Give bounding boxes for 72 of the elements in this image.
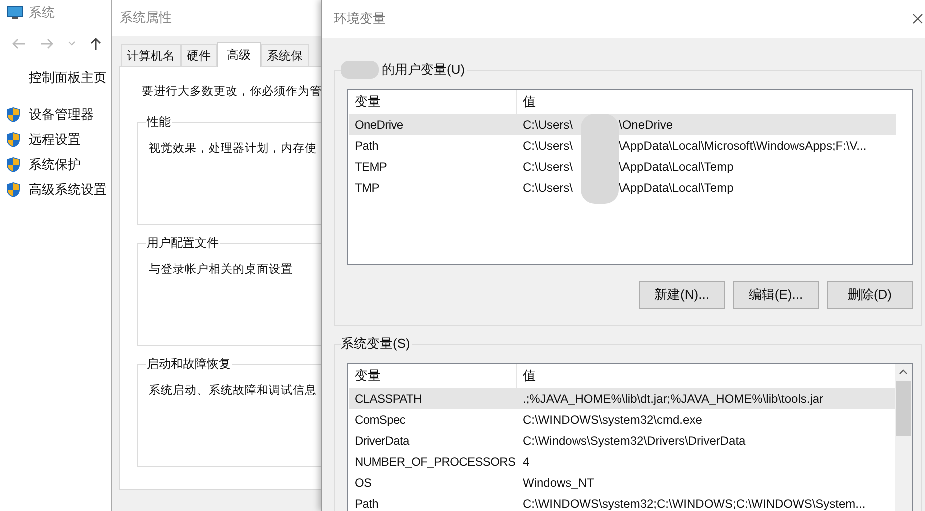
settings-link[interactable]: 设备管理器: [29, 104, 94, 124]
variable-name: NUMBER_OF_PROCESSORS: [354, 454, 517, 470]
tab[interactable]: 计算机名: [121, 44, 181, 66]
tab[interactable]: 系统保: [261, 44, 309, 66]
list-row[interactable]: OneDrive C:\Users\ \OneDrive: [349, 114, 896, 135]
window-title: 系统属性: [120, 9, 172, 28]
settings-link[interactable]: 远程设置: [29, 130, 81, 150]
column-header[interactable]: 值: [517, 364, 895, 388]
variable-name: CLASSPATH: [354, 390, 423, 408]
group-title: 的用户变量(U): [382, 61, 466, 79]
group-title: 启动和故障恢复: [146, 356, 232, 372]
variable-value: C:\Users\: [523, 180, 574, 196]
variable-value: C:\Users\: [523, 158, 574, 176]
action-button[interactable]: 新建(N)...: [639, 281, 725, 309]
list-row[interactable]: NUMBER_OF_PROCESSORS 4: [349, 451, 896, 472]
variable-name: ComSpec: [354, 412, 407, 428]
variable-name: OneDrive: [354, 116, 404, 134]
variable-value: \AppData\Local\Microsoft\WindowsApps;F:\V...: [619, 138, 867, 154]
settings-link[interactable]: 系统保护: [29, 154, 81, 174]
variable-name: Path: [354, 138, 380, 154]
home-link[interactable]: 控制面板主页: [29, 68, 107, 88]
variable-value: \AppData\Local\Temp: [619, 158, 734, 176]
window-title: 系统: [29, 4, 55, 22]
shield-icon: [6, 156, 21, 172]
window-title: 环境变量: [334, 10, 386, 28]
shield-icon: [6, 106, 21, 122]
admin-note: 要进行大多数更改，你必须作为管: [142, 84, 321, 100]
variable-name: DriverData: [354, 432, 411, 450]
tab[interactable]: 高级: [217, 42, 261, 67]
variable-name: TEMP: [354, 158, 388, 176]
tab[interactable]: 硬件: [181, 44, 217, 66]
variable-value: C:\Windows\System32\Drivers\DriverData: [523, 432, 746, 450]
scroll-thumb[interactable]: [896, 381, 911, 436]
up-arrow-icon[interactable]: [90, 37, 102, 51]
list-row[interactable]: OS Windows_NT: [349, 472, 896, 493]
variable-value: C:\WINDOWS\system32;C:\WINDOWS;C:\WINDOWS\System...: [523, 496, 866, 511]
back-arrow-icon[interactable]: [12, 38, 26, 50]
column-header[interactable]: 值: [517, 90, 895, 114]
shield-icon: [6, 182, 21, 198]
list-row[interactable]: Path C:\Users\ \AppData\Local\Microsoft\WindowsApps;F:\V...: [349, 135, 896, 156]
variable-name: OS: [354, 474, 373, 492]
list-row[interactable]: DriverData C:\Windows\System32\Drivers\DriverData: [349, 430, 896, 451]
variable-name: Path: [354, 496, 380, 511]
action-button[interactable]: 编辑(E)...: [733, 281, 819, 309]
chevron-down-icon[interactable]: [68, 41, 76, 47]
list-row[interactable]: CLASSPATH .;%JAVA_HOME%\lib\dt.jar;%JAVA_HOME%\lib\tools.jar: [349, 388, 896, 409]
group-text: 与登录帐户相关的桌面设置: [149, 262, 293, 278]
scrollbar[interactable]: [895, 364, 912, 511]
variable-value: C:\Users\: [523, 138, 574, 154]
group-text: 视觉效果，处理器计划，内存使: [149, 142, 317, 158]
variable-value: \OneDrive: [619, 116, 674, 134]
settings-link[interactable]: 高级系统设置: [29, 180, 107, 200]
action-button[interactable]: 删除(D): [827, 281, 913, 309]
close-icon[interactable]: [913, 14, 923, 24]
variable-value: \AppData\Local\Temp: [619, 180, 734, 196]
list-row[interactable]: ComSpec C:\WINDOWS\system32\cmd.exe: [349, 409, 896, 430]
variable-value: 4: [523, 454, 530, 470]
group-title: 用户配置文件: [146, 235, 220, 252]
variable-value: Windows_NT: [523, 474, 594, 492]
variable-value: C:\Users\: [523, 116, 574, 134]
variable-value: .;%JAVA_HOME%\lib\dt.jar;%JAVA_HOME%\lib\tools.jar: [523, 390, 824, 408]
computer-icon: [7, 6, 23, 20]
forward-arrow-icon[interactable]: [40, 38, 54, 50]
group-title: 系统变量(S): [341, 335, 412, 353]
shield-icon: [6, 132, 21, 148]
variable-name: TMP: [354, 180, 380, 196]
group-title: 性能: [146, 114, 172, 130]
variable-value: C:\WINDOWS\system32\cmd.exe: [523, 412, 702, 428]
list-row[interactable]: TMP C:\Users\ \AppData\Local\Temp: [349, 177, 896, 198]
list-row[interactable]: Path C:\WINDOWS\system32;C:\WINDOWS;C:\WINDOWS\System...: [349, 493, 896, 511]
group-text: 系统启动、系统故障和调试信息: [149, 383, 317, 400]
list-row[interactable]: TEMP C:\Users\ \AppData\Local\Temp: [349, 156, 896, 177]
